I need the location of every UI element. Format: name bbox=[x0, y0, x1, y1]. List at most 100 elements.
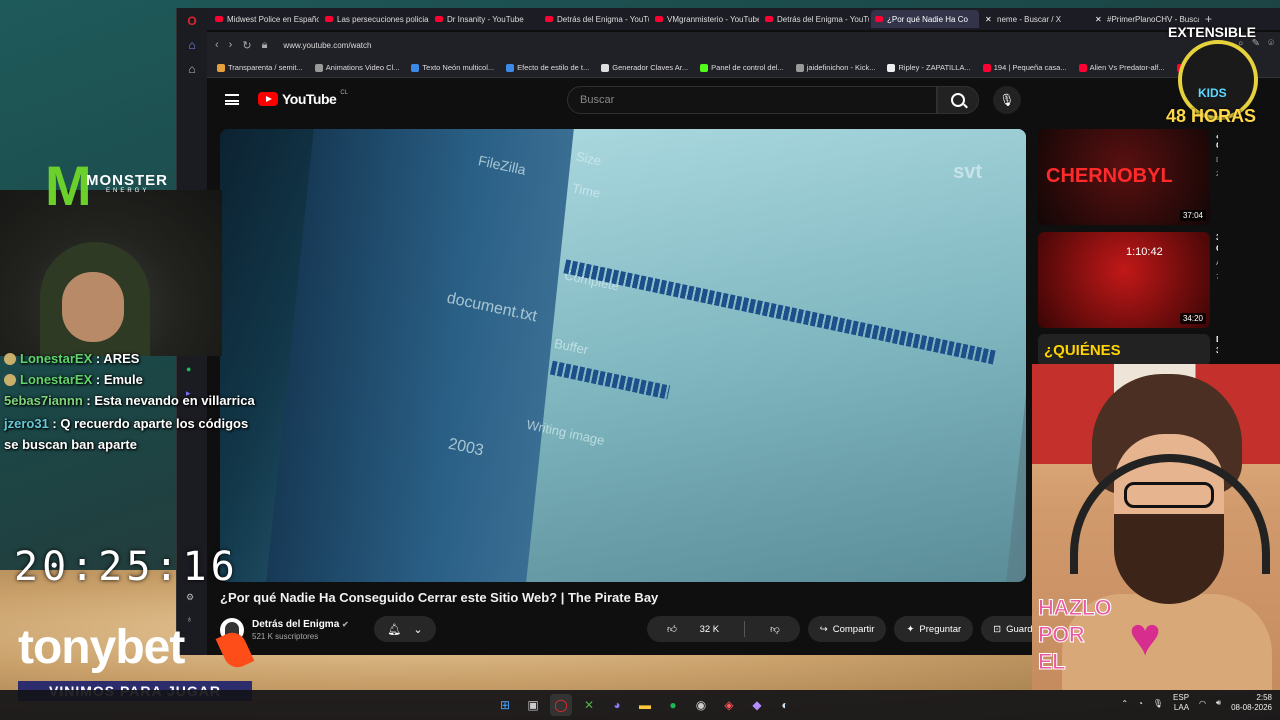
windows-start-icon[interactable]: ⊞ bbox=[494, 694, 516, 716]
youtube-tab-icon bbox=[325, 16, 333, 22]
heart-icon: ♥ bbox=[1128, 607, 1162, 667]
bookmark-icon bbox=[887, 63, 896, 72]
youtube-logo[interactable]: YouTube CL bbox=[258, 90, 348, 107]
divider bbox=[744, 621, 746, 637]
microphone-icon[interactable]: 🎙︎ bbox=[993, 86, 1021, 114]
youtube-play-icon bbox=[258, 92, 278, 106]
recommended-title-line2[interactable]: Culpable? | El M bbox=[1216, 140, 1218, 151]
reload-icon[interactable]: ↻ bbox=[242, 39, 251, 52]
search-button[interactable] bbox=[937, 86, 979, 114]
chevron-up-icon[interactable]: ⌃ bbox=[1121, 699, 1128, 708]
video-thumbnail[interactable]: 1:10:42 34:20 bbox=[1038, 232, 1210, 328]
home-outline-icon[interactable]: ⌂ bbox=[185, 62, 199, 76]
recommended-title-line2[interactable]: Giros Inquietan bbox=[1216, 243, 1218, 254]
camera-icon[interactable]: ⌾ bbox=[1268, 38, 1274, 49]
bell-icon: 🔔︎ bbox=[387, 623, 402, 636]
bookmark[interactable]: Generador Claves Ar... bbox=[601, 63, 688, 72]
search-input[interactable]: Buscar bbox=[567, 86, 937, 114]
browser-tab[interactable]: neme - Buscar / X bbox=[981, 10, 1089, 28]
recommended-title-line2[interactable]: 3 Casos sin Exp bbox=[1216, 345, 1218, 356]
bookmark-icon bbox=[700, 63, 709, 72]
video-thumbnail[interactable]: CHERNOBYL 37:04 bbox=[1038, 129, 1210, 225]
lightbulb-icon[interactable]: ♁ bbox=[186, 614, 196, 624]
forward-icon[interactable]: › bbox=[229, 39, 233, 51]
video-title: ¿Por qué Nadie Ha Conseguido Cerrar este… bbox=[220, 590, 659, 605]
discord-icon[interactable]: ◕ bbox=[606, 694, 628, 716]
recommended-title[interactable]: Desapariciones bbox=[1216, 334, 1218, 345]
kids-badge-word: KIDS bbox=[1198, 86, 1227, 100]
bookmark[interactable]: 194 | Pequeña casa... bbox=[982, 63, 1067, 72]
app-icon[interactable]: ◆ bbox=[746, 694, 768, 716]
ask-button[interactable]: ✦ Preguntar bbox=[894, 616, 974, 642]
bookmark-icon bbox=[601, 63, 610, 72]
back-icon[interactable]: ‹ bbox=[215, 39, 219, 51]
browser-tab[interactable]: Midwest Police en Españo bbox=[211, 10, 319, 28]
like-button[interactable]: 👍︎ 32 K bbox=[647, 623, 739, 635]
settings-icon[interactable]: ⚙ bbox=[186, 592, 196, 602]
verified-icon: ✔ bbox=[342, 620, 349, 629]
folder-icon[interactable]: ▬ bbox=[634, 694, 656, 716]
chat-username: 5ebas7iannn bbox=[4, 393, 83, 408]
opera-logo-icon[interactable]: O bbox=[185, 14, 199, 28]
share-icon: ↪ bbox=[819, 623, 828, 635]
bookmark[interactable]: Efecto de estilo de t... bbox=[506, 63, 589, 72]
lock-icon[interactable]: 🔒︎ bbox=[262, 39, 268, 52]
bookmark[interactable]: Transparenta / semit... bbox=[217, 63, 303, 72]
browser-tab[interactable]: Dr Insanity - YouTube bbox=[431, 10, 539, 28]
caption-line: EL bbox=[1037, 649, 1066, 675]
video-thumbnail[interactable]: ¿QUIÉNES bbox=[1038, 334, 1210, 366]
menu-icon[interactable] bbox=[225, 94, 239, 105]
app-icon[interactable]: ◈ bbox=[718, 694, 740, 716]
bookmark[interactable]: Panel de control del... bbox=[700, 63, 784, 72]
browser-tab[interactable]: Las persecuciones policial bbox=[321, 10, 429, 28]
recommended-channel[interactable]: Detrás del Enigm bbox=[1216, 154, 1218, 165]
microphone-icon[interactable]: 🎙︎ bbox=[1153, 699, 1163, 708]
chat-username: LonestarEX bbox=[20, 372, 93, 387]
tray-app-icon[interactable]: ◔ bbox=[1138, 699, 1143, 708]
x-logo-icon bbox=[985, 15, 993, 24]
xbox-icon[interactable]: ✕ bbox=[578, 694, 600, 716]
bookmark[interactable]: jaidefinichon - Kick... bbox=[795, 63, 875, 72]
url-field[interactable]: www.youtube.com/watch bbox=[283, 41, 371, 50]
recommended-video[interactable]: ¿QUIÉNES Desapariciones 3 Casos sin Exp bbox=[1038, 334, 1218, 366]
language-indicator[interactable]: ESP LAA bbox=[1173, 693, 1189, 713]
wifi-icon[interactable]: ◠ bbox=[1199, 699, 1206, 708]
browser-tab[interactable]: VMgranmisterio - YouTube bbox=[651, 10, 759, 28]
recommended-video[interactable]: 1:10:42 34:20 3 Casos De Cri Giros Inqui… bbox=[1038, 232, 1218, 328]
opera-icon[interactable]: ◯ bbox=[550, 694, 572, 716]
recommended-channel[interactable]: Alex PH bbox=[1216, 257, 1218, 268]
like-dislike-group: 👍︎ 32 K 👎︎ bbox=[647, 616, 800, 642]
x-logo-icon bbox=[1095, 15, 1103, 24]
notification-bell-button[interactable]: 🔔︎ ⌄ bbox=[374, 616, 436, 642]
bookmark[interactable]: Animations Video Cl... bbox=[314, 63, 399, 72]
recommended-views: 2,1 M de visualiz bbox=[1216, 168, 1218, 179]
spotify-icon[interactable]: ● bbox=[662, 694, 684, 716]
browser-tab[interactable]: Detrás del Enigma - YouTu bbox=[541, 10, 649, 28]
share-button[interactable]: ↪ Compartir bbox=[807, 616, 887, 642]
dislike-button[interactable]: 👎︎ bbox=[750, 623, 800, 635]
tab-strip: Midwest Police en Españo Las persecucion… bbox=[207, 8, 1280, 30]
recommended-title[interactable]: ¿Quién Fue el V bbox=[1216, 129, 1218, 140]
video-player[interactable]: FileZilla Size Time document.txt Complet… bbox=[220, 129, 1026, 582]
bookmark[interactable]: Texto Neón multicol... bbox=[411, 63, 494, 72]
webcam-person-face bbox=[62, 272, 124, 342]
volume-icon[interactable]: 🔊︎ bbox=[1216, 698, 1221, 708]
channel-name[interactable]: Detrás del Enigma bbox=[252, 619, 339, 630]
steam-icon[interactable]: ◐ bbox=[774, 694, 796, 716]
obs-icon[interactable]: ◉ bbox=[690, 694, 712, 716]
bookmark[interactable]: Ripley - ZAPATILLA... bbox=[887, 63, 971, 72]
chat-badge-icon bbox=[4, 374, 16, 386]
home-icon[interactable]: ⌂ bbox=[185, 38, 199, 52]
browser-tab[interactable]: Detrás del Enigma - YouTu bbox=[761, 10, 869, 28]
bookmark[interactable]: Alien Vs Predator-alf... bbox=[1078, 63, 1165, 72]
browser-tab-active[interactable]: ¿Por qué Nadie Ha Co bbox=[871, 10, 979, 28]
chat-text: Esta nevando en villarrica bbox=[94, 393, 255, 408]
chevron-down-icon: ⌄ bbox=[413, 623, 423, 636]
recommended-video[interactable]: CHERNOBYL 37:04 ¿Quién Fue el V Culpable… bbox=[1038, 129, 1218, 225]
recommended-title[interactable]: 3 Casos De Cri bbox=[1216, 232, 1218, 243]
avatar-caption: HAZLO POR EL bbox=[1037, 594, 1112, 675]
taskbar-clock[interactable]: 2:58 08-08-2026 bbox=[1231, 693, 1272, 713]
thumbnail-text: CHERNOBYL bbox=[1046, 165, 1173, 187]
chat-message: LonestarEX : Emule bbox=[0, 369, 262, 390]
task-view-icon[interactable]: ▣ bbox=[522, 694, 544, 716]
